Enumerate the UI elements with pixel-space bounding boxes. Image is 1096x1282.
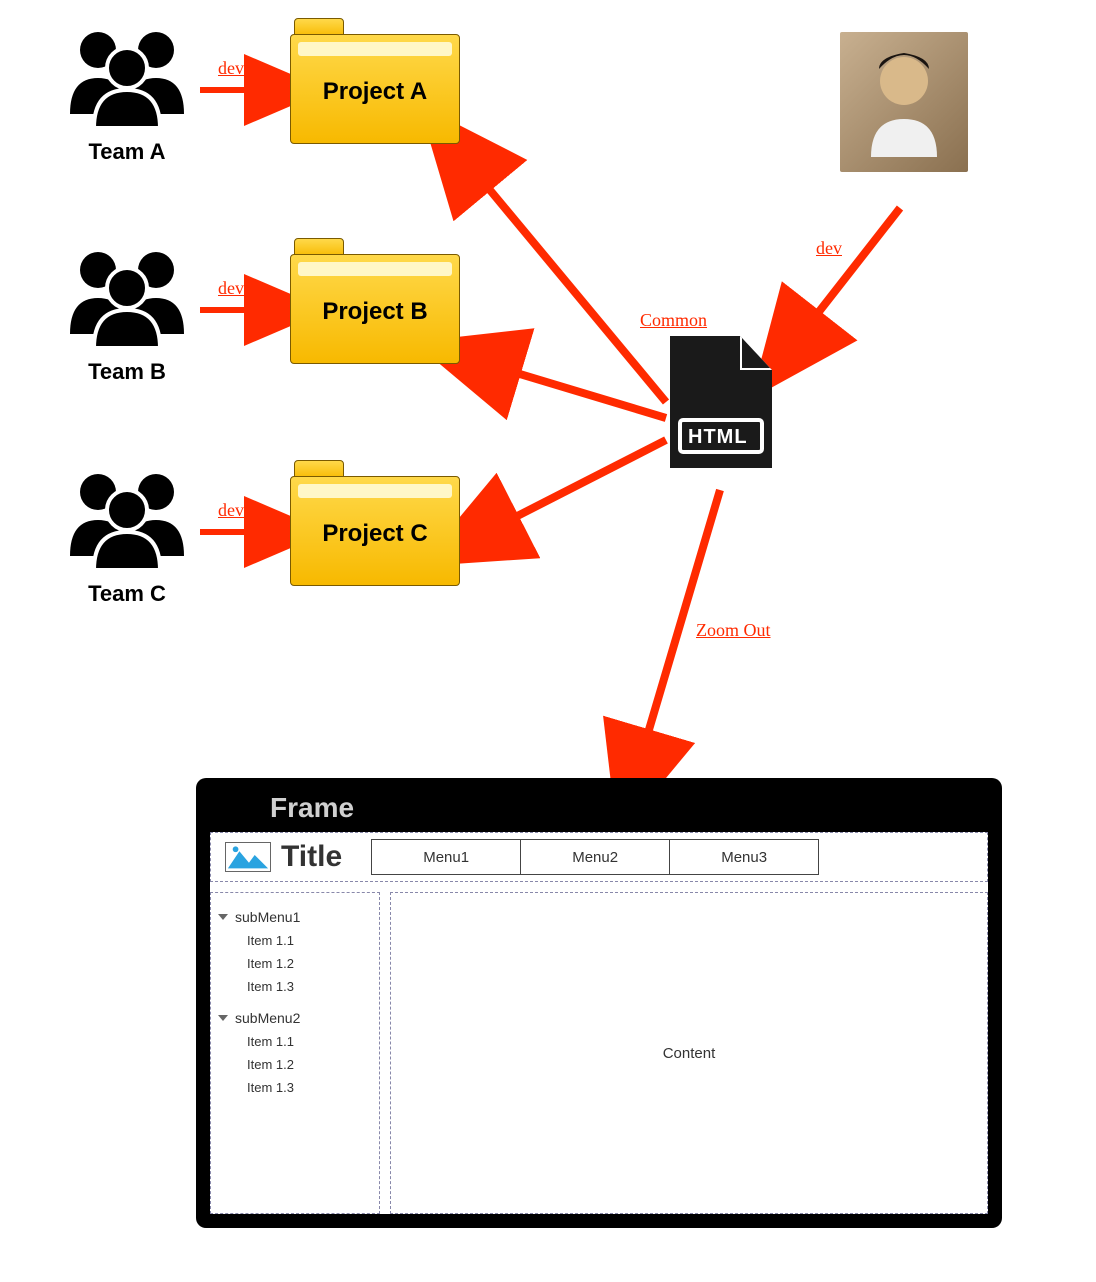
frame-body: subMenu1 Item 1.1 Item 1.2 Item 1.3 subM… xyxy=(210,892,988,1214)
content-pane: Content xyxy=(390,892,988,1214)
team-b-label: Team B xyxy=(62,359,192,385)
dev-label-developer: dev xyxy=(816,238,842,259)
team-a-label: Team A xyxy=(62,139,192,165)
developer-photo xyxy=(840,32,968,172)
folder-project-c: Project C xyxy=(290,460,460,588)
submenu-2-header[interactable]: subMenu2 xyxy=(217,1010,373,1026)
chevron-down-icon xyxy=(217,1012,229,1024)
submenu-2-item-3[interactable]: Item 1.3 xyxy=(247,1080,373,1095)
frame-header: Title Menu1 Menu2 Menu3 xyxy=(210,832,988,882)
submenu-2-label: subMenu2 xyxy=(235,1010,300,1026)
group-icon xyxy=(62,244,192,354)
group-icon xyxy=(62,24,192,134)
folder-project-b: Project B xyxy=(290,238,460,366)
frame-window: Frame Title Menu1 Menu2 Menu3 subMen xyxy=(196,778,1002,1228)
submenu-2-item-2[interactable]: Item 1.2 xyxy=(247,1057,373,1072)
team-c-label: Team C xyxy=(62,581,192,607)
project-b-label: Project B xyxy=(290,298,460,326)
submenu-2-item-1[interactable]: Item 1.1 xyxy=(247,1034,373,1049)
frame-title: Frame xyxy=(270,792,354,824)
content-label: Content xyxy=(663,1045,716,1062)
menu-item-1[interactable]: Menu1 xyxy=(371,839,521,875)
page-title: Title xyxy=(281,840,342,874)
dev-label-a: dev xyxy=(218,58,244,79)
team-a-block: Team A xyxy=(62,24,192,174)
project-c-label: Project C xyxy=(290,520,460,548)
chevron-down-icon xyxy=(217,911,229,923)
submenu-1-label: subMenu1 xyxy=(235,909,300,925)
common-label: Common xyxy=(640,310,707,331)
submenu-1-item-1[interactable]: Item 1.1 xyxy=(247,933,373,948)
html-file-icon: HTML xyxy=(666,332,776,472)
dev-label-c: dev xyxy=(218,500,244,521)
html-badge-text: HTML xyxy=(688,426,748,449)
person-icon xyxy=(859,47,949,157)
folder-project-a: Project A xyxy=(290,18,460,146)
frame-inner: Title Menu1 Menu2 Menu3 subMenu1 Item 1.… xyxy=(210,832,988,1214)
sidebar: subMenu1 Item 1.1 Item 1.2 Item 1.3 subM… xyxy=(210,892,380,1214)
menu-item-2[interactable]: Menu2 xyxy=(520,839,670,875)
submenu-1-item-2[interactable]: Item 1.2 xyxy=(247,956,373,971)
menu-row: Menu1 Menu2 Menu3 xyxy=(372,839,819,875)
team-c-block: Team C xyxy=(62,466,192,616)
submenu-1-item-3[interactable]: Item 1.3 xyxy=(247,979,373,994)
team-b-block: Team B xyxy=(62,244,192,394)
logo-icon xyxy=(225,842,271,872)
group-icon xyxy=(62,466,192,576)
zoom-out-label: Zoom Out xyxy=(696,620,771,641)
submenu-1-header[interactable]: subMenu1 xyxy=(217,909,373,925)
project-a-label: Project A xyxy=(290,78,460,106)
menu-item-3[interactable]: Menu3 xyxy=(669,839,819,875)
dev-label-b: dev xyxy=(218,278,244,299)
